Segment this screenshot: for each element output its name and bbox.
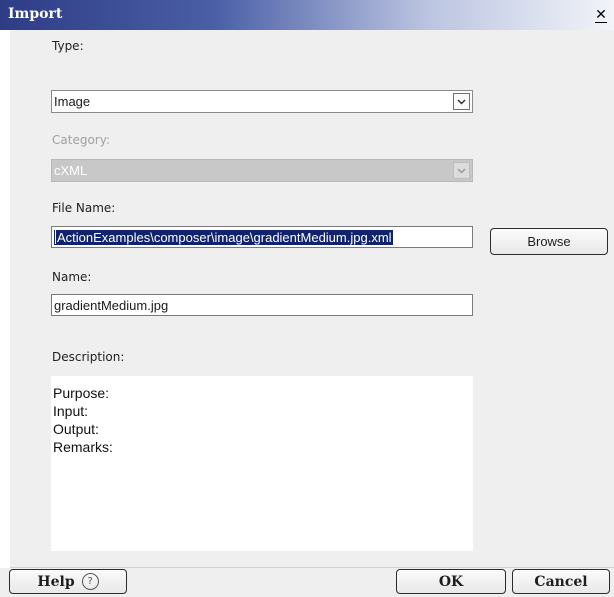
description-textarea[interactable]: Purpose: Input: Output: Remarks: — [51, 376, 473, 551]
dialog-content: Type: Image Category: cXML File Name: Ac… — [10, 30, 614, 567]
help-icon: ? — [81, 573, 99, 590]
description-label: Description: — [52, 350, 125, 364]
file-name-input[interactable]: ActionExamples\composer\image\gradientMe… — [51, 226, 473, 248]
type-select[interactable]: Image — [51, 90, 473, 113]
description-line: Purpose: — [53, 385, 110, 401]
close-icon[interactable]: ✕ — [594, 8, 608, 23]
category-select: cXML — [51, 159, 473, 182]
browse-button[interactable]: Browse — [490, 228, 608, 255]
name-value: gradientMedium.jpg — [54, 298, 169, 313]
window-title: Import — [8, 6, 63, 22]
description-line: Output: — [53, 421, 99, 437]
name-label: Name: — [52, 270, 92, 284]
chevron-down-icon — [453, 162, 470, 179]
name-input[interactable]: gradientMedium.jpg — [51, 294, 473, 316]
file-name-label: File Name: — [52, 201, 116, 215]
type-select-value: Image — [54, 94, 91, 109]
chevron-down-icon[interactable] — [453, 93, 470, 110]
type-label: Type: — [52, 39, 84, 53]
title-bar: Import ✕ — [0, 0, 614, 30]
file-name-value: ActionExamples\composer\image\gradientMe… — [54, 230, 393, 245]
category-select-value: cXML — [54, 163, 88, 178]
cancel-button[interactable]: Cancel — [512, 569, 610, 594]
ok-button[interactable]: OK — [396, 569, 506, 594]
description-line: Input: — [53, 403, 89, 419]
description-line: Remarks: — [53, 439, 113, 455]
category-label: Category: — [52, 133, 110, 147]
help-button-label: Help — [37, 573, 75, 590]
help-button[interactable]: Help ? — [9, 569, 127, 594]
footer-bar: Help ? OK Cancel — [0, 568, 614, 597]
